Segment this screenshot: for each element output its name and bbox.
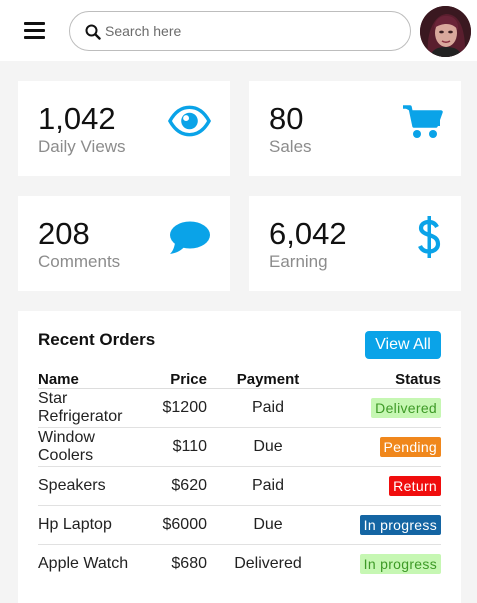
recent-orders-title: Recent Orders (38, 330, 156, 349)
order-price: $620 (133, 466, 207, 506)
stat-card-sales: 80 Sales (249, 81, 461, 176)
status-badge: Return (389, 475, 441, 496)
top-bar (0, 0, 477, 61)
dollar-icon (418, 216, 441, 258)
stat-label: Daily Views (38, 137, 126, 156)
stat-value: 80 (269, 101, 304, 136)
eye-icon (168, 105, 211, 137)
stat-label: Comments (38, 252, 121, 271)
search-input[interactable] (105, 20, 395, 42)
cart-icon (403, 105, 443, 138)
column-header-status: Status (329, 367, 441, 389)
table-row[interactable]: Window Coolers $110 Due Pending (38, 427, 441, 467)
search-box[interactable] (69, 11, 411, 51)
order-payment: Paid (207, 388, 329, 428)
order-payment: Paid (207, 466, 329, 506)
orders-table: Name Price Payment Status Star Refrigera… (38, 367, 441, 583)
order-price: $6000 (133, 505, 207, 545)
order-name: Apple Watch (38, 554, 129, 572)
search-icon (85, 24, 101, 40)
order-price: $110 (133, 427, 207, 467)
stat-label: Earning (269, 252, 328, 271)
stat-value: 1,042 (38, 101, 116, 136)
status-badge: Delivered (371, 397, 441, 418)
stat-value: 6,042 (269, 216, 347, 251)
status-badge: In progress (359, 514, 441, 535)
view-all-button[interactable]: View All (365, 331, 441, 359)
status-badge: Pending (379, 436, 441, 457)
table-row[interactable]: Star Refrigerator $1200 Paid Delivered (38, 388, 441, 428)
hamburger-menu-icon[interactable] (24, 22, 45, 40)
stat-card-daily-views: 1,042 Daily Views (18, 81, 230, 176)
order-price: $680 (171, 554, 207, 572)
table-row[interactable]: Hp Laptop $6000 Due In progress (38, 505, 441, 545)
order-name: Speakers (38, 466, 133, 506)
stat-card-comments: 208 Comments (18, 196, 230, 291)
order-payment: Delivered (234, 554, 302, 572)
column-header-name: Name (38, 367, 133, 389)
table-row[interactable]: Apple Watch $680 Delivered In progress (38, 544, 441, 583)
recent-orders-panel: Recent Orders View All Name Price Paymen… (18, 311, 461, 603)
status-badge: In progress (359, 553, 441, 574)
order-name: Hp Laptop (38, 505, 133, 545)
column-header-payment: Payment (207, 367, 329, 389)
order-name: Star Refrigerator (38, 388, 133, 428)
table-row[interactable]: Speakers $620 Paid Return (38, 466, 441, 506)
order-name: Window Coolers (38, 427, 133, 467)
stat-label: Sales (269, 137, 312, 156)
order-price: $1200 (133, 388, 207, 428)
stat-value: 208 (38, 216, 90, 251)
order-payment: Due (207, 505, 329, 545)
table-header-row: Name Price Payment Status (38, 367, 441, 389)
column-header-price: Price (133, 367, 207, 389)
order-payment: Due (207, 427, 329, 467)
avatar[interactable] (420, 6, 471, 57)
comment-icon (170, 221, 210, 254)
stat-card-earning: 6,042 Earning (249, 196, 461, 291)
